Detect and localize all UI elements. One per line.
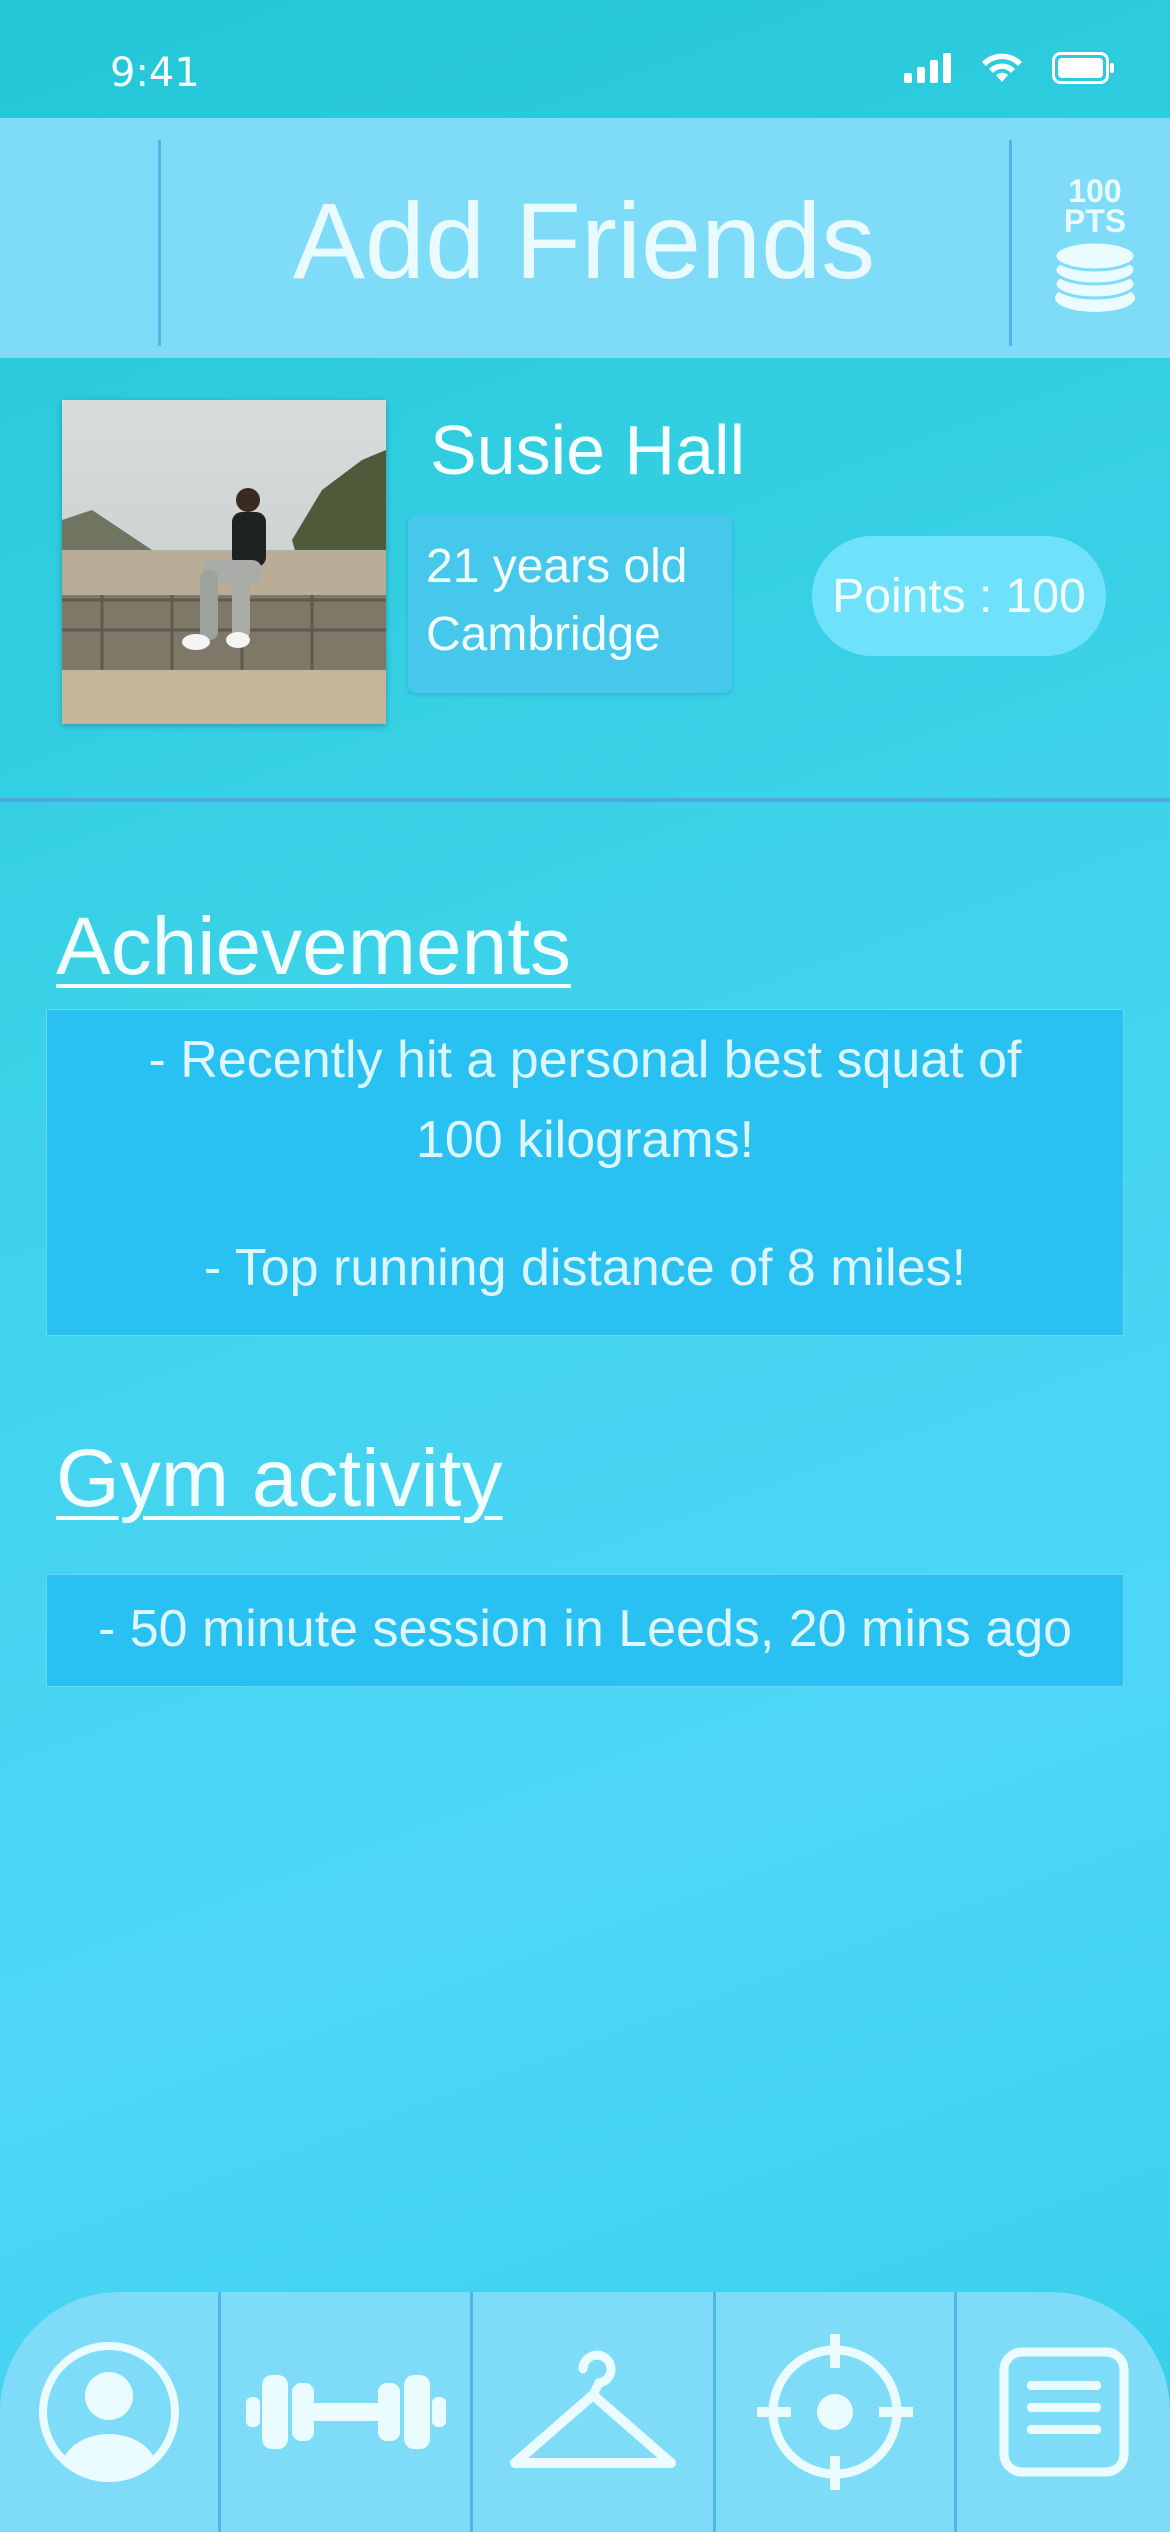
profile-icon [39, 2342, 179, 2482]
nav-workouts[interactable] [221, 2292, 470, 2532]
achievement-line: 100 kilograms! [415, 1111, 755, 1169]
target-icon [757, 2334, 913, 2490]
achievements-box: - Recently hit a personal best squat of … [46, 1009, 1124, 1336]
user-location: Cambridge [426, 608, 661, 661]
nav-wardrobe[interactable] [473, 2292, 713, 2532]
header-divider [1009, 140, 1012, 346]
user-age: 21 years old [426, 540, 688, 593]
status-time: 9:41 [110, 50, 200, 96]
nav-menu[interactable] [957, 2292, 1170, 2532]
page-title: Add Friends [292, 180, 876, 301]
achievements-title: Achievements [56, 901, 572, 992]
nav-profile[interactable] [0, 2292, 218, 2532]
points-pill: Points : 100 [812, 536, 1106, 656]
signal-icon [904, 53, 951, 83]
points-badge[interactable]: 100 PTS [1030, 173, 1160, 321]
achievement-line: - Recently hit a personal best squat of [148, 1031, 1022, 1089]
gym-activity-box: - 50 minute session in Leeds, 20 mins ag… [46, 1574, 1124, 1687]
top-bar: Add Friends 100 PTS [0, 118, 1170, 358]
profile-section: Susie Hall 21 years old Cambridge Points… [0, 358, 1170, 798]
gym-activity-title: Gym activity [56, 1433, 503, 1524]
list-icon [999, 2347, 1128, 2477]
battery-icon [1052, 52, 1114, 84]
dumbbell-icon [245, 2375, 446, 2449]
hanger-icon [510, 2350, 676, 2468]
status-bar: 9:41 [0, 0, 1170, 118]
section-divider [0, 798, 1170, 802]
wifi-icon [982, 53, 1022, 82]
status-icons [904, 52, 1114, 84]
user-info-card: 21 years old Cambridge [408, 515, 732, 693]
nav-goals[interactable] [716, 2292, 954, 2532]
gym-activity-item: - 50 minute session in Leeds, 20 mins ag… [97, 1600, 1073, 1658]
points-badge-amount: 100 [1068, 173, 1122, 209]
points-badge-unit: PTS [1063, 203, 1127, 239]
user-name: Susie Hall [430, 411, 746, 489]
bottom-nav [0, 2292, 1170, 2532]
profile-photo[interactable] [62, 400, 386, 724]
achievement-line: - Top running distance of 8 miles! [203, 1239, 967, 1297]
coins-icon [1053, 240, 1137, 312]
